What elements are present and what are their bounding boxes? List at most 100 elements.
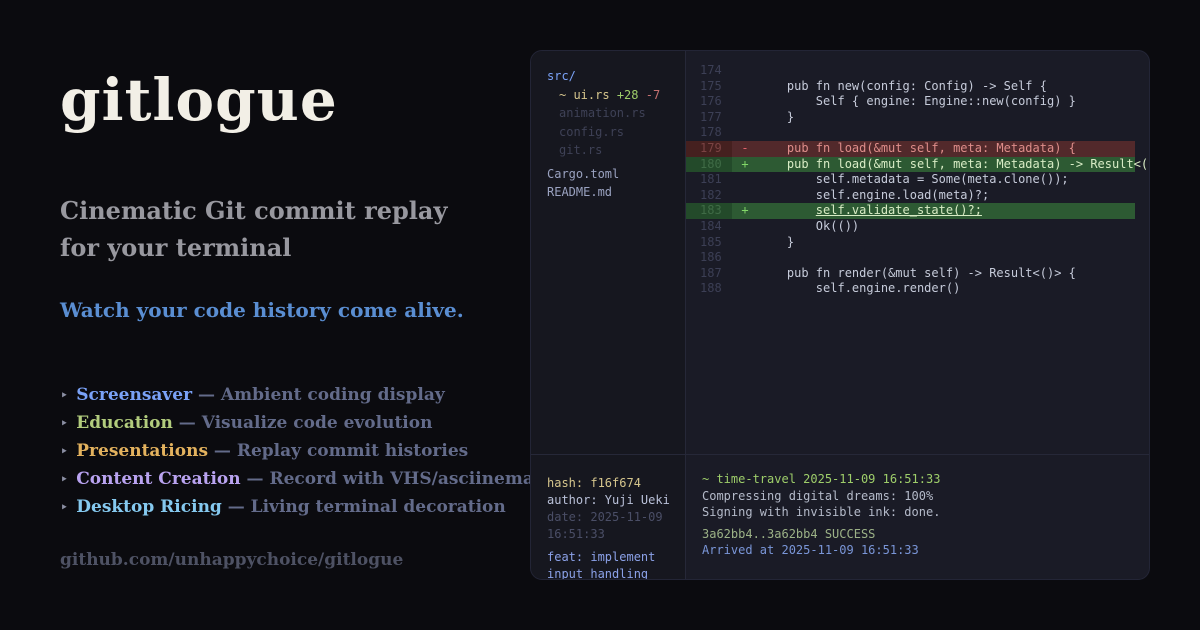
- active-file-name: ~ ui.rs: [559, 88, 610, 102]
- diff-marker: [732, 172, 758, 188]
- feature-description: — Visualize code evolution: [173, 413, 433, 433]
- line-number: 180: [686, 157, 732, 173]
- feature-keyword: Presentations: [76, 441, 208, 461]
- code-line: 188 self.engine.render(): [686, 281, 1135, 297]
- tagline: Watch your code history come alive.: [60, 298, 510, 322]
- line-number: 188: [686, 281, 732, 297]
- code-text: self.metadata = Some(meta.clone());: [758, 172, 1069, 188]
- commit-author: author: Yuji Ueki: [547, 492, 685, 509]
- file-tree-item: animation.rs: [547, 104, 685, 123]
- status-signing: Signing with invisible ink: done.: [702, 504, 1149, 521]
- code-line: 177 }: [686, 110, 1135, 126]
- line-number: 184: [686, 219, 732, 235]
- file-tree-root: src/: [547, 67, 685, 86]
- feature-item: ‣ Screensaver — Ambient coding display: [60, 382, 510, 410]
- subtitle-line-2: for your terminal: [60, 233, 291, 262]
- diff-marker: [732, 281, 758, 297]
- feature-item: ‣ Education — Visualize code evolution: [60, 410, 510, 438]
- line-number: 177: [686, 110, 732, 126]
- code-text: Ok(()): [758, 219, 859, 235]
- line-number: 185: [686, 235, 732, 251]
- code-text: self.engine.render(): [758, 281, 960, 297]
- github-link[interactable]: github.com/unhappychoice/gitlogue: [60, 550, 403, 570]
- diff-marker: [732, 110, 758, 126]
- code-line: 178: [686, 125, 1135, 141]
- feature-description: — Replay commit histories: [208, 441, 468, 461]
- commit-message-line-2: input handling: [547, 566, 685, 580]
- line-number: 183: [686, 203, 732, 219]
- feature-description: — Ambient coding display: [192, 385, 445, 405]
- code-line: 184 Ok(()): [686, 219, 1135, 235]
- diff-marker: [732, 250, 758, 266]
- diff-marker: [732, 219, 758, 235]
- file-tree-item: README.md: [547, 183, 685, 202]
- code-text: pub fn load(&mut self, meta: Metadata) -…: [758, 157, 1149, 173]
- line-number: 187: [686, 266, 732, 282]
- subtitle: Cinematic Git commit replay for your ter…: [60, 192, 510, 266]
- code-text: self.engine.load(meta)?;: [758, 188, 989, 204]
- diff-marker: [732, 266, 758, 282]
- status-panel: ~ time-travel 2025-11-09 16:51:33 Compre…: [686, 454, 1149, 580]
- code-line: 181 self.metadata = Some(meta.clone());: [686, 172, 1135, 188]
- bullet-icon: ‣: [60, 444, 68, 460]
- bullet-icon: ‣: [60, 388, 68, 404]
- diff-panel: 174175 pub fn new(config: Config) -> Sel…: [686, 51, 1149, 454]
- file-tree-item: git.rs: [547, 141, 685, 160]
- feature-keyword: Screensaver: [76, 385, 192, 405]
- commit-message-line-1: feat: implement: [547, 549, 685, 566]
- code-line: 182 self.engine.load(meta)?;: [686, 188, 1135, 204]
- commit-hash: hash: f16f674: [547, 475, 685, 492]
- line-number: 181: [686, 172, 732, 188]
- line-number: 175: [686, 79, 732, 95]
- code-text: pub fn render(&mut self) -> Result<()> {: [758, 266, 1076, 282]
- commit-time: 16:51:33: [547, 526, 685, 543]
- feature-description: — Living terminal decoration: [222, 497, 506, 517]
- diff-marker: [732, 125, 758, 141]
- code-line: 180+ pub fn load(&mut self, meta: Metada…: [686, 157, 1135, 173]
- added-count: +28: [617, 88, 639, 102]
- code-text: pub fn new(config: Config) -> Self {: [758, 79, 1047, 95]
- code-line: 174: [686, 63, 1135, 79]
- feature-keyword: Education: [76, 413, 173, 433]
- feature-keyword: Content Creation: [76, 469, 240, 489]
- diff-marker: [732, 79, 758, 95]
- commit-date: date: 2025-11-09: [547, 509, 685, 526]
- line-number: 179: [686, 141, 732, 157]
- typed-text: self.validate_state()?;: [816, 203, 982, 217]
- line-number: 182: [686, 188, 732, 204]
- feature-item: ‣ Desktop Ricing — Living terminal decora…: [60, 494, 510, 522]
- code-line: 183+ self.validate_state()?;: [686, 203, 1135, 219]
- feature-keyword: Desktop Ricing: [76, 497, 222, 517]
- diff-marker: [732, 235, 758, 251]
- code-line: 179- pub fn load(&mut self, meta: Metada…: [686, 141, 1135, 157]
- terminal-panel: src/ ~ ui.rs +28 -7 animation.rsconfig.r…: [530, 50, 1150, 580]
- diff-marker: [732, 188, 758, 204]
- code-line: 185 }: [686, 235, 1135, 251]
- removed-count: -7: [646, 88, 660, 102]
- file-tree-active-item: ~ ui.rs +28 -7: [547, 86, 685, 105]
- file-tree-item: config.rs: [547, 123, 685, 142]
- code-text: self.validate_state()?;: [758, 203, 982, 219]
- diff-marker: +: [732, 157, 758, 173]
- diff-marker: +: [732, 203, 758, 219]
- file-tree-dim-group: animation.rsconfig.rsgit.rs: [547, 104, 685, 160]
- page-title: gitlogue: [60, 66, 510, 134]
- feature-description: — Record with VHS/asciinema: [241, 469, 534, 489]
- line-number: 174: [686, 63, 732, 79]
- code-text: Self { engine: Engine::new(config) }: [758, 94, 1076, 110]
- line-number: 186: [686, 250, 732, 266]
- bullet-icon: ‣: [60, 416, 68, 432]
- diff-marker: [732, 94, 758, 110]
- code-line: 187 pub fn render(&mut self) -> Result<(…: [686, 266, 1135, 282]
- file-tree-panel: src/ ~ ui.rs +28 -7 animation.rsconfig.r…: [531, 51, 686, 454]
- commit-info-panel: hash: f16f674 author: Yuji Ueki date: 20…: [531, 454, 686, 580]
- code-line: 175 pub fn new(config: Config) -> Self {: [686, 79, 1135, 95]
- hero-section: gitlogue Cinematic Git commit replay for…: [60, 66, 510, 522]
- code-text: }: [758, 110, 794, 126]
- status-success: 3a62bb4..3a62bb4 SUCCESS: [702, 526, 1149, 543]
- status-arrived: Arrived at 2025-11-09 16:51:33: [702, 542, 1149, 559]
- line-number: 176: [686, 94, 732, 110]
- status-compressing: Compressing digital dreams: 100%: [702, 488, 1149, 505]
- code-text: pub fn load(&mut self, meta: Metadata) {: [758, 141, 1076, 157]
- bullet-icon: ‣: [60, 500, 68, 516]
